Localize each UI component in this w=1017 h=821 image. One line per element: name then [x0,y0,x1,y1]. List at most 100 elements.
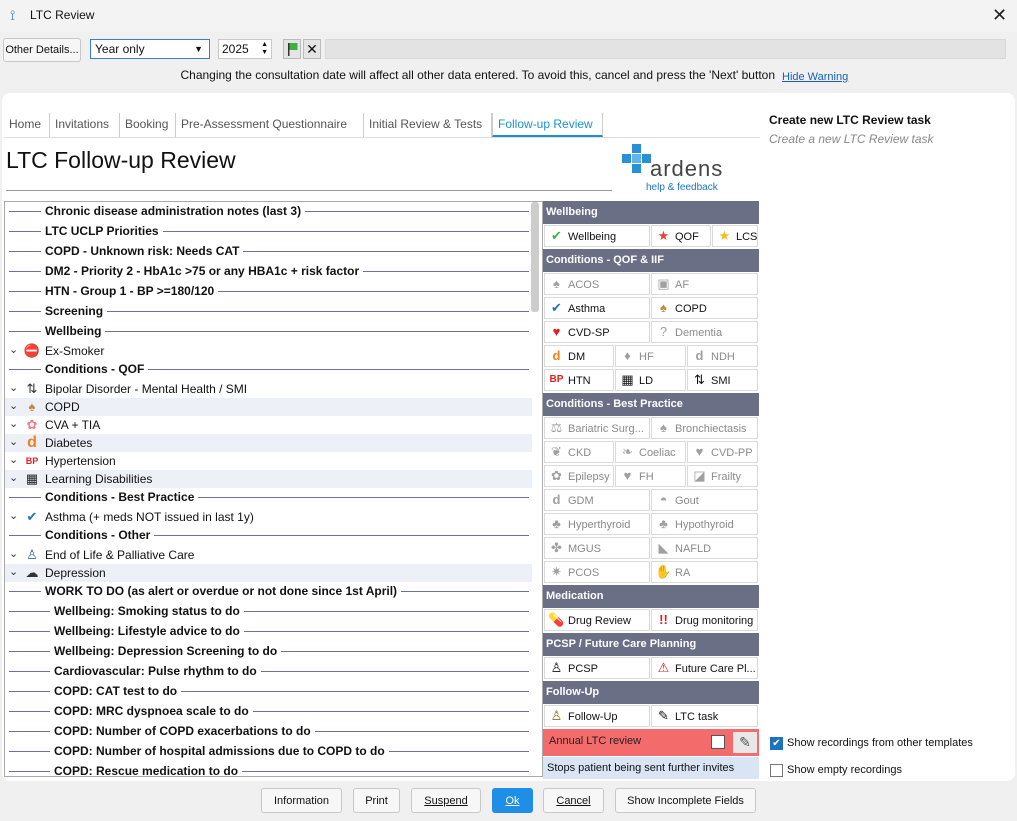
chevron-down-icon[interactable]: ⌄ [9,381,18,394]
cell-hypothyroid[interactable]: ♣ Hypothyroid [651,513,758,535]
cell-follow-up[interactable]: ♙ Follow-Up [544,705,650,727]
cell-drug-monitoring[interactable]: !! Drug monitoring [651,609,758,631]
foot-icon: ◓ [659,492,668,507]
cell-copd[interactable]: ♠ COPD [651,297,758,319]
ok-button[interactable]: Ok [492,788,533,813]
help-feedback-link[interactable]: help & feedback [646,182,718,193]
tab-booking[interactable]: Booking [120,113,176,137]
tab-pre-assessment[interactable]: Pre-Assessment Questionnaire [176,113,364,137]
cancel-button[interactable]: Cancel [543,788,604,813]
cell-ndh[interactable]: d NDH [687,345,758,367]
list-item[interactable]: ⌄ ✿ CVA + TIA [5,416,532,434]
cell-coeliac[interactable]: ❧ Coeliac [615,441,686,463]
cell-pcos[interactable]: ✷ PCOS [544,561,650,583]
cell-qof[interactable]: ★ QOF [651,225,711,247]
chevron-down-icon[interactable]: ⌄ [9,547,18,560]
note-field[interactable] [325,39,1006,59]
cell-hf[interactable]: ♦ HF [615,345,686,367]
cell-af[interactable]: ▣ AF [651,273,758,295]
tab-initial-review[interactable]: Initial Review & Tests [364,113,492,137]
show-incomplete-fields-button[interactable]: Show Incomplete Fields [615,788,756,813]
cell-frailty[interactable]: ◪ Frailty [687,465,758,487]
cell-fh[interactable]: ♥ FH [615,465,686,487]
chevron-down-icon[interactable]: ⌄ [9,453,18,466]
list-item[interactable]: ⌄ ⛔ Ex-Smoker [5,342,532,360]
cell-gout[interactable]: ◓ Gout [651,489,758,511]
create-task-title[interactable]: Create new LTC Review task [769,113,931,127]
print-button[interactable]: Print [353,788,400,813]
ardens-logo[interactable]: ardens help & feedback [620,142,730,196]
other-details-button[interactable]: Other Details... [3,38,81,62]
list-item[interactable]: ⌄ ▦ Learning Disabilities [5,470,532,488]
review-list[interactable]: Chronic disease administration notes (la… [4,201,543,777]
cell-ra[interactable]: ✋ RA [651,561,758,583]
annual-ltc-review-label: Annual LTC review [549,735,642,747]
create-task-subtitle: Create a new LTC Review task [769,132,934,146]
cell-lcs[interactable]: ★ LCS [712,225,758,247]
chevron-down-icon[interactable]: ⌄ [9,399,18,412]
cell-cvd-sp[interactable]: ♥ CVD-SP [544,321,650,343]
pencil-icon[interactable]: ✎ [733,732,757,753]
list-header-text: Chronic disease administration notes (la… [41,204,306,218]
list-item[interactable]: ⌄ ✔ Asthma (+ meds NOT issued in last 1y) [5,508,532,526]
x-icon: ✕ [306,41,318,57]
hide-warning-link[interactable]: Hide Warning [782,71,848,83]
year-value: 2025 [222,42,249,56]
chevron-down-icon[interactable]: ⌄ [9,509,18,522]
information-button[interactable]: Information [261,788,342,813]
list-item-label: Diabetes [45,436,93,450]
liver-icon: ◣ [658,540,669,555]
diabetes-icon: d [695,348,704,363]
show-other-templates-checkbox[interactable]: ✔ [770,737,783,750]
cell-cvd-pp[interactable]: ♥ CVD-PP [687,441,758,463]
cell-bariatric[interactable]: ⚖ Bariatric Surg... [544,417,650,439]
tab-home[interactable]: Home [4,113,50,137]
cell-htn[interactable]: BP HTN [544,369,614,391]
show-empty-recordings-checkbox[interactable] [770,764,783,777]
year-stepper[interactable]: 2025 ▲ ▼ [218,39,272,59]
tab-follow-up-review[interactable]: Follow-up Review [492,113,603,137]
list-item[interactable]: ⌄ ☁ Depression [5,564,532,582]
spin-arrows-icon[interactable]: ▲ ▼ [261,41,268,57]
chevron-down-icon[interactable]: ⌄ [9,435,18,448]
list-item[interactable]: ⌄ ♙ End of Life & Palliative Care [5,546,532,564]
cell-dm[interactable]: d DM [544,345,614,367]
cell-smi[interactable]: ⇅ SMI [687,369,758,391]
clear-button[interactable]: ✕ [303,39,321,59]
list-item[interactable]: ⌄ ♠ COPD [5,398,532,416]
cell-ld[interactable]: ▦ LD [615,369,686,391]
list-scrollbar[interactable] [531,202,539,312]
frailty-icon: ◪ [693,468,706,483]
cell-drug-review[interactable]: 💊 Drug Review [544,609,650,631]
thyroid-icon: ♣ [552,516,561,531]
cell-nafld[interactable]: ◣ NAFLD [651,537,758,559]
tab-invitations[interactable]: Invitations [50,113,120,137]
chevron-down-icon[interactable]: ⌄ [9,417,18,430]
chevron-down-icon[interactable]: ⌄ [9,343,18,356]
annual-review-checkbox[interactable] [711,735,725,749]
flag-button[interactable] [283,39,301,59]
list-item[interactable]: ⌄ d Diabetes [5,434,532,452]
list-item[interactable]: ⌄ ⇅ Bipolar Disorder - Mental Health / SMI [5,380,532,398]
cell-gdm[interactable]: d GDM [544,489,650,511]
close-icon[interactable]: ✕ [992,5,1007,26]
cell-dementia[interactable]: ? Dementia [651,321,758,343]
period-select[interactable]: Year only ▼ [90,39,210,59]
suspend-button[interactable]: Suspend [411,788,481,813]
list-section-header: DM2 - Priority 2 - HbA1c >75 or any HBA1… [5,262,532,282]
cell-ltc-task[interactable]: ✎ LTC task [651,705,758,727]
cell-hyperthyroid[interactable]: ♣ Hyperthyroid [544,513,650,535]
cell-bronchiectasis[interactable]: ♠ Bronchiectasis [651,417,758,439]
cell-wellbeing[interactable]: ✔ Wellbeing [544,225,650,247]
chevron-down-icon[interactable]: ⌄ [9,565,18,578]
cell-future-care[interactable]: ⚠ Future Care Pl... [651,657,758,679]
cell-pcsp[interactable]: ♙ PCSP [544,657,650,679]
cell-ckd[interactable]: ❦ CKD [544,441,614,463]
list-item[interactable]: ⌄ BP Hypertension [5,452,532,470]
cell-acos[interactable]: ♠ ACOS [544,273,650,295]
cell-mgus[interactable]: ✤ MGUS [544,537,650,559]
section-pcsp: PCSP / Future Care Planning [543,633,759,656]
chevron-down-icon[interactable]: ⌄ [9,471,18,484]
cell-asthma[interactable]: ✔ Asthma [544,297,650,319]
cell-epilepsy[interactable]: ✿ Epilepsy [544,465,614,487]
